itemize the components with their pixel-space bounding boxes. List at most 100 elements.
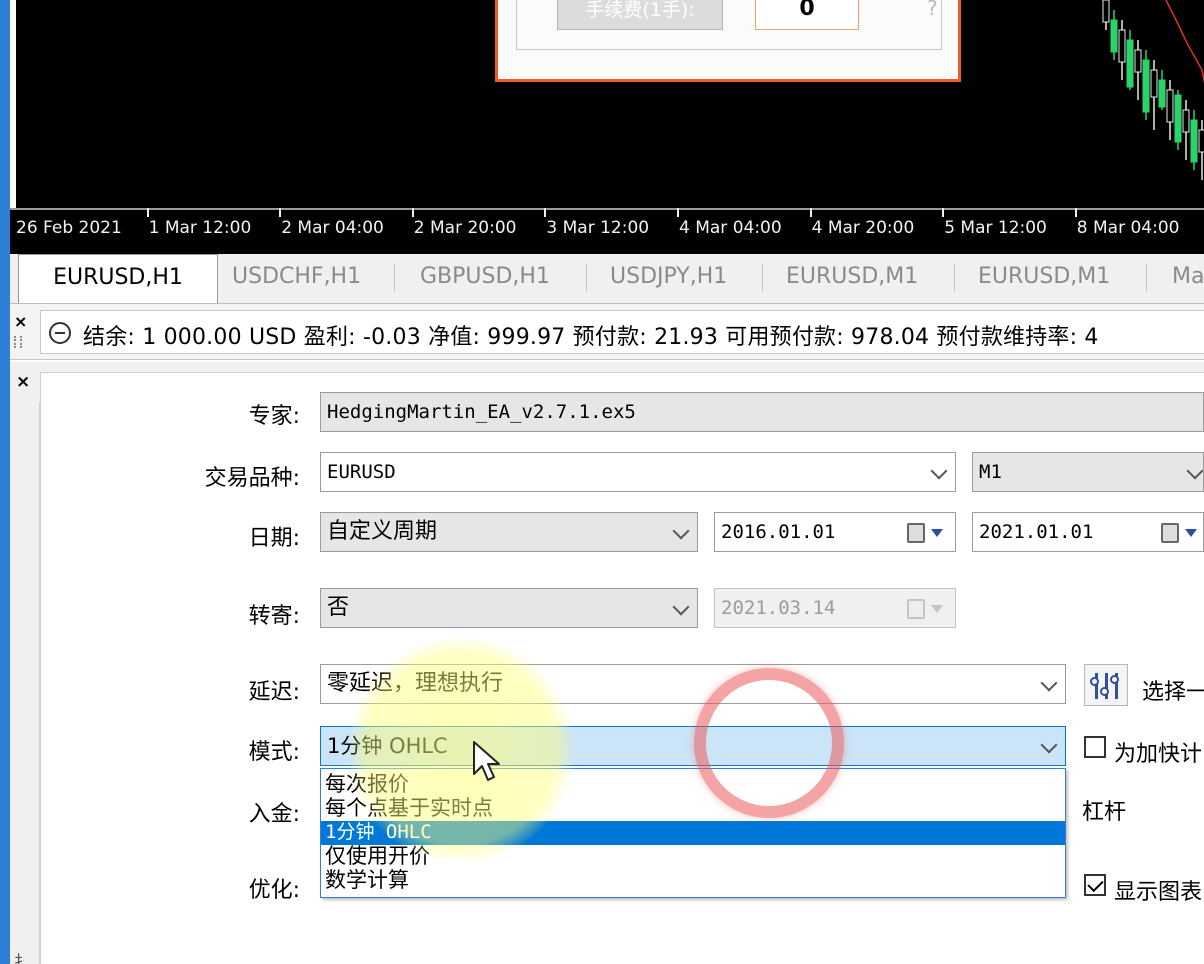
leverage-label: 杠杆 (1082, 800, 1127, 825)
order-dialog-group: 手续费(1手): 0 ? (516, 0, 942, 50)
mode-dropdown-list[interactable]: 每次报价 每个点基于实时点 1分钟 OHLC 仅使用开价 数学计算 (320, 768, 1066, 898)
time-axis-tick (411, 208, 414, 217)
date-from-value: 2016.01.01 (721, 521, 836, 543)
candle-body (1198, 129, 1204, 153)
time-axis-label: 26 Feb 2021 (16, 218, 122, 238)
close-icon[interactable]: × (14, 314, 34, 330)
tab-eurusd-h1[interactable]: EURUSD,H1 (18, 254, 218, 303)
forward-select[interactable]: 否 (320, 588, 698, 628)
time-axis-label: 4 Mar 04:00 (679, 218, 782, 238)
chevron-down-icon[interactable] (1040, 736, 1058, 754)
mode-option-open-prices[interactable]: 仅使用开价 (321, 845, 1065, 869)
sliders-icon[interactable] (1084, 664, 1128, 706)
expert-label: 专家: (248, 404, 300, 429)
candle-body (1166, 89, 1174, 123)
period-select[interactable]: 自定义周期 (320, 512, 698, 552)
account-summary-row[interactable]: 结余: 1 000.00 USD 盈利: -0.03 净值: 999.97 预付… (40, 310, 1204, 354)
commission-value-field[interactable]: 0 (755, 0, 859, 30)
forward-date-value: 2021.03.14 (721, 597, 836, 619)
account-status-bar: × 结余: 1 000.00 USD 盈利: -0.03 净值: 999.97 … (10, 304, 1204, 360)
mouse-cursor-icon (473, 741, 500, 781)
time-axis-label: 3 Mar 12:00 (546, 218, 650, 238)
mode-option-math[interactable]: 数学计算 (321, 869, 1065, 893)
tab-usdchf-h1[interactable]: USDCHF,H1 (220, 254, 373, 300)
mode-option-real-ticks[interactable]: 每个点基于实时点 (321, 797, 1065, 821)
candle-body (1158, 79, 1166, 108)
delay-select[interactable]: 零延迟，理想执行 (320, 664, 1066, 704)
chevron-down-icon[interactable] (930, 462, 948, 480)
date-label: 日期: (248, 526, 300, 551)
timeframe-value: M1 (979, 461, 1002, 483)
time-axis-tick (279, 208, 282, 217)
dropdown-arrow-icon (931, 605, 943, 613)
time-axis-tick (942, 208, 945, 217)
tab-eurusd-m1[interactable]: EURUSD,M1 (774, 254, 930, 300)
candle-body (1150, 69, 1158, 98)
calendar-icon (907, 599, 925, 619)
date-from-field[interactable]: 2016.01.01 (714, 512, 956, 552)
dropdown-arrow-icon[interactable] (931, 529, 943, 537)
close-icon[interactable]: × (16, 372, 30, 392)
panel-side-strip (10, 402, 40, 964)
candle-body (1102, 0, 1110, 23)
time-axis-label: 1 Mar 12:00 (148, 218, 252, 238)
grip-icon[interactable] (14, 336, 22, 348)
time-axis-label: 4 Mar 20:00 (811, 218, 915, 238)
tab-more[interactable]: Ma (1160, 254, 1204, 300)
account-summary: 结余: 1 000.00 USD 盈利: -0.03 净值: 999.97 预付… (83, 325, 1099, 350)
delay-value: 零延迟，理想执行 (327, 671, 504, 696)
mode-label: 模式: (248, 740, 300, 765)
mode-option-1min-ohlc[interactable]: 1分钟 OHLC (321, 821, 1065, 845)
candle-body (1134, 49, 1142, 73)
mode-option-every-tick[interactable]: 每次报价 (321, 773, 1065, 797)
chevron-down-icon[interactable] (1040, 674, 1058, 692)
time-axis-label: 2 Mar 04:00 (281, 218, 384, 238)
select-text[interactable]: 选择一 (1142, 674, 1204, 706)
candle-body (1126, 39, 1134, 88)
forward-label: 转寄: (248, 604, 300, 629)
tab-eurusd-m1-2[interactable]: EURUSD,M1 (966, 254, 1122, 300)
time-axis-label: 2 Mar 20:00 (413, 218, 517, 238)
tab-usdjpy-h1[interactable]: USDJPY,H1 (598, 254, 739, 300)
symbol-value: EURUSD (327, 461, 396, 483)
mode-select[interactable]: 1分钟 OHLC (320, 726, 1066, 766)
show-chart-label: 显示图表 (1114, 880, 1203, 905)
moving-average-line (1165, 0, 1204, 84)
collapse-icon[interactable] (49, 322, 71, 344)
panel-corner-mark: 扌 (14, 952, 31, 964)
candle-body (1182, 109, 1190, 133)
tab-separator (762, 264, 763, 292)
delay-label: 延迟: (248, 680, 300, 705)
time-axis-label: 5 Mar 12:00 (944, 218, 1047, 238)
chevron-down-icon[interactable] (1186, 462, 1203, 480)
toolbox-handle[interactable]: × (14, 314, 34, 354)
period-value: 自定义周期 (327, 519, 438, 544)
window-border (0, 0, 10, 964)
show-chart-checkbox[interactable] (1084, 874, 1106, 896)
calendar-icon[interactable] (907, 523, 925, 543)
candle-body (1118, 29, 1126, 63)
chevron-down-icon[interactable] (672, 598, 690, 616)
date-to-field[interactable]: 2021.01.01 (972, 512, 1204, 552)
commission-button[interactable]: 手续费(1手): (557, 0, 723, 30)
tab-gbpusd-h1[interactable]: GBPUSD,H1 (408, 254, 562, 300)
symbol-label: 交易品种: (204, 466, 300, 491)
speed-checkbox-label: 为加快计 (1114, 742, 1203, 767)
date-to-value: 2021.01.01 (979, 521, 1094, 543)
forward-value: 否 (327, 595, 350, 620)
calendar-icon[interactable] (1161, 523, 1179, 543)
chart-tabs: EURUSD,H1 USDCHF,H1 GBPUSD,H1 USDJPY,H1 … (10, 254, 1204, 304)
forward-date-field: 2021.03.14 (714, 588, 956, 628)
time-axis-tick (809, 208, 812, 217)
symbol-select[interactable]: EURUSD (320, 452, 956, 492)
speed-checkbox[interactable] (1084, 736, 1106, 758)
time-axis-label: 8 Mar 04:00 (1076, 218, 1180, 238)
time-axis-tick (544, 208, 547, 217)
candle-body (1142, 59, 1150, 113)
expert-field[interactable]: HedgingMartin_EA_v2.7.1.ex5 (320, 392, 1204, 432)
help-icon[interactable]: ? (927, 0, 938, 20)
dropdown-arrow-icon[interactable] (1185, 529, 1197, 537)
order-dialog: 手续费(1手): 0 ? (495, 0, 961, 82)
chevron-down-icon[interactable] (672, 522, 690, 540)
timeframe-select[interactable]: M1 (972, 452, 1204, 492)
